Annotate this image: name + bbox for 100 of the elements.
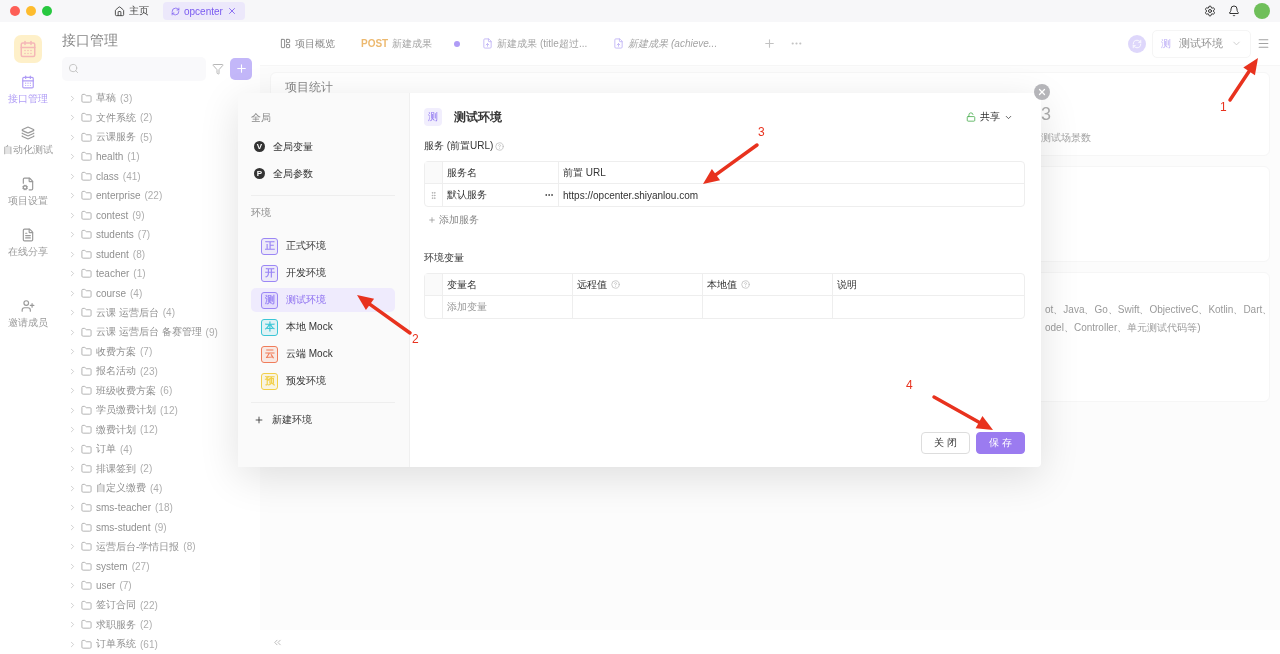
sync-icon[interactable] bbox=[1128, 34, 1146, 53]
stat-value: 3 bbox=[1041, 104, 1051, 125]
nav-label: 邀请成员 bbox=[8, 316, 48, 330]
filter-icon[interactable] bbox=[212, 62, 224, 75]
menu-icon[interactable] bbox=[1257, 37, 1270, 50]
folder-row[interactable]: sms-student (9) bbox=[62, 517, 252, 537]
folder-row[interactable]: 云课 运营后台 (4) bbox=[62, 303, 252, 323]
folder-icon bbox=[81, 482, 92, 494]
close-icon[interactable] bbox=[226, 6, 237, 16]
zoom-window-button[interactable] bbox=[42, 6, 52, 16]
folder-row[interactable]: student (8) bbox=[62, 244, 252, 264]
item-count: (5) bbox=[140, 131, 153, 143]
document-tab[interactable]: 新建成果 (achieve... bbox=[603, 27, 728, 60]
plus-icon[interactable] bbox=[763, 37, 777, 50]
app-tab[interactable]: 主页 bbox=[106, 2, 157, 20]
avatar[interactable] bbox=[1254, 3, 1270, 19]
folder-icon bbox=[81, 209, 92, 221]
file-gear-icon bbox=[21, 177, 35, 191]
folder-row[interactable]: health (1) bbox=[62, 147, 252, 167]
settings-icon[interactable] bbox=[1204, 5, 1216, 17]
nav-item[interactable]: 项目设置 bbox=[8, 177, 48, 228]
folder-name: 收费方案 bbox=[96, 344, 136, 359]
tab-label: 新建成果 (achieve... bbox=[628, 36, 718, 51]
description-text: odel、Controller、单元测试代码等) bbox=[1045, 321, 1202, 335]
folder-row[interactable]: sms-teacher (18) bbox=[62, 498, 252, 518]
folder-row[interactable]: 订单系统 (61) bbox=[62, 634, 252, 654]
folder-row[interactable]: 运营后台-学情日报 (8) bbox=[62, 537, 252, 557]
environment-select[interactable]: 测 测试环境 bbox=[1152, 29, 1251, 58]
environment-item[interactable]: 开 开发环境 bbox=[251, 261, 395, 285]
home-icon bbox=[114, 5, 125, 17]
variable-name-field[interactable]: 添加变量 bbox=[443, 296, 573, 318]
nav-item[interactable]: 自动化测试 bbox=[3, 126, 53, 177]
environment-item[interactable]: 测 测试环境 bbox=[251, 288, 395, 312]
folder-name: 文件系统 bbox=[96, 110, 136, 125]
search-field[interactable] bbox=[62, 56, 206, 81]
folder-name: 订单系统 bbox=[96, 637, 136, 652]
folder-row[interactable]: 求职服务 (2) bbox=[62, 615, 252, 635]
environment-item[interactable]: 正 正式环境 bbox=[251, 234, 395, 258]
item-count: (2) bbox=[140, 112, 153, 124]
project-icon bbox=[171, 6, 180, 16]
folder-row[interactable]: 学员缴费计划 (12) bbox=[62, 400, 252, 420]
folder-row[interactable]: system (27) bbox=[62, 556, 252, 576]
folder-row[interactable]: 收费方案 (7) bbox=[62, 342, 252, 362]
close-icon bbox=[1037, 87, 1047, 97]
folder-row[interactable]: 文件系统 (2) bbox=[62, 108, 252, 128]
folder-name: 缴费计划 bbox=[96, 422, 136, 437]
minimize-window-button[interactable] bbox=[26, 6, 36, 16]
folder-row[interactable]: enterprise (22) bbox=[62, 186, 252, 206]
folder-row[interactable]: user (7) bbox=[62, 576, 252, 596]
layers-icon bbox=[21, 126, 35, 140]
item-label: 测试环境 bbox=[286, 293, 326, 307]
item-count: (7) bbox=[119, 580, 132, 592]
environment-item[interactable]: 本 本地 Mock bbox=[251, 315, 395, 339]
folder-row[interactable]: 自定义缴费 (4) bbox=[62, 478, 252, 498]
add-button[interactable] bbox=[230, 57, 252, 80]
folder-row[interactable]: 班级收费方案 (6) bbox=[62, 381, 252, 401]
new-environment-button[interactable]: 新建环境 bbox=[251, 407, 395, 433]
folder-row[interactable]: teacher (1) bbox=[62, 264, 252, 284]
global-item[interactable]: P 全局参数 bbox=[251, 160, 395, 187]
folder-row[interactable]: 云课 运营后台 备赛管理 (9) bbox=[62, 322, 252, 342]
document-tab[interactable]: POST 新建成果 bbox=[351, 27, 443, 60]
drag-handle-icon[interactable] bbox=[429, 190, 438, 200]
folder-row[interactable]: 签订合同 (22) bbox=[62, 595, 252, 615]
folder-row[interactable]: 草稿 (3) bbox=[62, 88, 252, 108]
environment-badge: 开 bbox=[261, 264, 278, 282]
folder-row[interactable]: students (7) bbox=[62, 225, 252, 245]
environment-item[interactable]: 云 云端 Mock bbox=[251, 342, 395, 366]
folder-row[interactable]: 排课签到 (2) bbox=[62, 459, 252, 479]
folder-row[interactable]: 订单 (4) bbox=[62, 439, 252, 459]
nav-item[interactable]: 接口管理 bbox=[8, 75, 48, 126]
share-dropdown[interactable]: 共享 bbox=[966, 110, 1025, 124]
column-header: 说明 bbox=[837, 277, 857, 292]
folder-row[interactable]: 云课服务 (5) bbox=[62, 127, 252, 147]
global-item[interactable]: V 全局变量 bbox=[251, 133, 395, 160]
folder-row[interactable]: class (41) bbox=[62, 166, 252, 186]
nav-item[interactable]: 邀请成员 bbox=[8, 299, 48, 350]
folder-row[interactable]: 报名活动 (23) bbox=[62, 361, 252, 381]
folder-row[interactable]: course (4) bbox=[62, 283, 252, 303]
item-label: 云端 Mock bbox=[286, 347, 333, 361]
folder-name: 运营后台-学情日报 bbox=[96, 539, 180, 554]
folder-name: students bbox=[96, 229, 134, 241]
tab-label: 新建成果 bbox=[392, 36, 433, 51]
bell-icon[interactable] bbox=[1228, 5, 1240, 17]
nav-label: 自动化测试 bbox=[3, 143, 53, 157]
add-service-button[interactable]: 添加服务 bbox=[424, 213, 1025, 227]
nav-item[interactable]: 在线分享 bbox=[8, 228, 48, 279]
upload-icon bbox=[613, 38, 625, 49]
upload-icon bbox=[482, 38, 494, 49]
folder-row[interactable]: 缴费计划 (12) bbox=[62, 420, 252, 440]
folder-row[interactable]: contest (9) bbox=[62, 205, 252, 225]
environment-item[interactable]: 预 预发环境 bbox=[251, 369, 395, 393]
item-count: (61) bbox=[140, 638, 158, 650]
folder-icon bbox=[81, 443, 92, 455]
app-tab[interactable]: opcenter bbox=[163, 2, 245, 20]
folder-name: 签订合同 bbox=[96, 598, 136, 613]
close-button[interactable]: 关 闭 bbox=[921, 432, 971, 454]
document-tab[interactable]: 新建成果 (title超过... bbox=[472, 27, 598, 60]
save-button[interactable]: 保 存 bbox=[976, 432, 1025, 454]
close-window-button[interactable] bbox=[10, 6, 20, 16]
item-count: (4) bbox=[150, 482, 163, 494]
